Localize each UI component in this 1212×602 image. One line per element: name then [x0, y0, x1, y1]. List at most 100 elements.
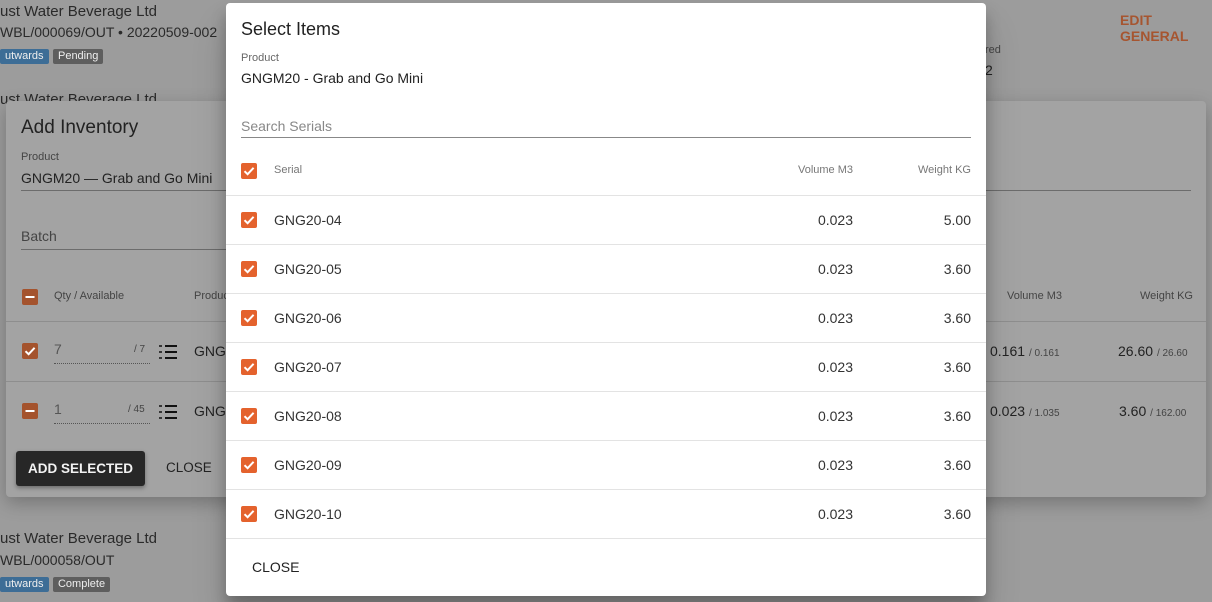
qty-header: Qty / Available [54, 290, 125, 302]
volume-value: 0.023 [990, 403, 1026, 419]
table-row[interactable]: GNG20-08 0.023 3.60 [226, 391, 986, 441]
qty-underline [54, 363, 150, 364]
table-row[interactable]: GNG20-09 0.023 3.60 [226, 440, 986, 490]
status-badge: Complete [52, 577, 111, 592]
volume-cell: 0.023 [817, 359, 853, 375]
checkmark-icon [243, 167, 255, 176]
qty-underline [54, 423, 150, 424]
weight-header: Weight KG [918, 164, 971, 176]
volume-header: Volume M3 [1007, 290, 1063, 302]
checkmark-icon [243, 510, 255, 519]
row-weight: 3.60 / 162.00 [1119, 403, 1186, 419]
weight-cell: 5.00 [943, 212, 971, 228]
row-checkbox[interactable] [241, 408, 257, 424]
indeterminate-icon [25, 296, 35, 298]
card-title: ust Water Beverage Ltd [0, 530, 158, 547]
weight-total: / 26.60 [1156, 348, 1188, 359]
table-row[interactable]: GNG20-04 0.023 5.00 [226, 195, 986, 245]
serial-cell: GNG20-08 [274, 408, 342, 424]
table-row[interactable]: GNG20-10 0.023 3.60 [226, 489, 986, 539]
row-weight: 26.60 / 26.60 [1118, 343, 1188, 359]
card-subtitle: WBL/000058/OUT [0, 552, 115, 568]
checkmark-icon [243, 412, 255, 421]
checkmark-icon [243, 265, 255, 274]
volume-header: Volume M3 [797, 164, 853, 176]
row-checkbox[interactable] [241, 457, 257, 473]
close-button[interactable]: CLOSE [166, 460, 212, 475]
row-volume: 0.161 / 0.161 [990, 343, 1060, 359]
search-underline [241, 137, 971, 138]
weight-total: / 162.00 [1150, 408, 1187, 419]
available-text: / 45 [128, 404, 145, 415]
volume-value: 0.161 [990, 343, 1026, 359]
edit-general-link[interactable]: EDIT GENERAL [1120, 12, 1212, 44]
weight-value: 3.60 [1119, 403, 1147, 419]
weight-header: Weight KG [1140, 290, 1193, 302]
serial-cell: GNG20-10 [274, 506, 342, 522]
table-row[interactable]: GNG20-06 0.023 3.60 [226, 293, 986, 343]
batch-input[interactable]: Batch [21, 228, 57, 244]
serial-cell: GNG20-07 [274, 359, 342, 375]
product-label: Product [241, 52, 279, 64]
checkmark-icon [243, 314, 255, 323]
row-checkbox[interactable] [22, 403, 38, 419]
qty-input[interactable]: 7 [54, 341, 62, 357]
serial-cell: GNG20-06 [274, 310, 342, 326]
volume-cell: 0.023 [817, 310, 853, 326]
serial-cell: GNG20-04 [274, 212, 342, 228]
product-field[interactable]: GNGM20 — Grab and Go Mini [21, 170, 212, 186]
product-label: Product [21, 151, 59, 163]
row-checkbox[interactable] [241, 506, 257, 522]
row-volume: 0.023 / 1.035 [990, 403, 1060, 419]
footer-divider [226, 538, 986, 539]
serial-cell: GNG20-09 [274, 457, 342, 473]
volume-cell: 0.023 [817, 261, 853, 277]
qty-input[interactable]: 1 [54, 401, 62, 417]
product-header: Produc [194, 290, 229, 302]
volume-cell: 0.023 [817, 457, 853, 473]
volume-cell: 0.023 [817, 408, 853, 424]
row-checkbox[interactable] [241, 212, 257, 228]
checkmark-icon [243, 363, 255, 372]
volume-total: / 1.035 [1028, 408, 1060, 419]
weight-cell: 3.60 [943, 506, 971, 522]
row-checkbox[interactable] [241, 310, 257, 326]
row-checkbox[interactable] [241, 261, 257, 277]
search-serials-input[interactable] [241, 115, 971, 137]
product-value: GNGM20 - Grab and Go Mini [241, 70, 424, 86]
available-text: / 7 [134, 344, 146, 355]
row-checkbox[interactable] [241, 359, 257, 375]
add-selected-button[interactable]: ADD SELECTED [16, 451, 145, 486]
side-label: red [985, 44, 1001, 56]
card-badges: utwards Pending [0, 46, 104, 64]
list-serials-icon[interactable] [158, 403, 178, 421]
table-row[interactable]: GNG20-05 0.023 3.60 [226, 244, 986, 294]
close-button[interactable]: CLOSE [252, 559, 299, 575]
checkmark-icon [24, 347, 36, 356]
side-value: 2 [985, 62, 993, 78]
row-checkbox[interactable] [22, 343, 38, 359]
weight-cell: 3.60 [943, 457, 971, 473]
volume-cell: 0.023 [817, 506, 853, 522]
weight-cell: 3.60 [943, 408, 971, 424]
select-items-dialog: Select Items Product GNGM20 - Grab and G… [226, 3, 986, 596]
volume-total: / 0.161 [1028, 348, 1060, 359]
list-serials-icon[interactable] [158, 343, 178, 361]
card-title: ust Water Beverage Ltd [0, 3, 158, 20]
serial-cell: GNG20-05 [274, 261, 342, 277]
checkmark-icon [243, 461, 255, 470]
table-row[interactable]: GNG20-07 0.023 3.60 [226, 342, 986, 392]
direction-badge: utwards [0, 49, 49, 64]
direction-badge: utwards [0, 577, 49, 592]
batch-underline [21, 249, 231, 250]
select-all-checkbox[interactable] [22, 289, 38, 305]
indeterminate-icon [25, 410, 35, 412]
serial-header: Serial [274, 164, 303, 176]
select-all-checkbox[interactable] [241, 163, 257, 179]
weight-cell: 3.60 [943, 310, 971, 326]
weight-value: 26.60 [1118, 343, 1154, 359]
card-subtitle: WBL/000069/OUT • 20220509-002 [0, 24, 218, 40]
dialog-title: Select Items [241, 19, 341, 39]
status-badge: Pending [52, 49, 104, 64]
card-badges: utwards Complete [0, 574, 111, 592]
